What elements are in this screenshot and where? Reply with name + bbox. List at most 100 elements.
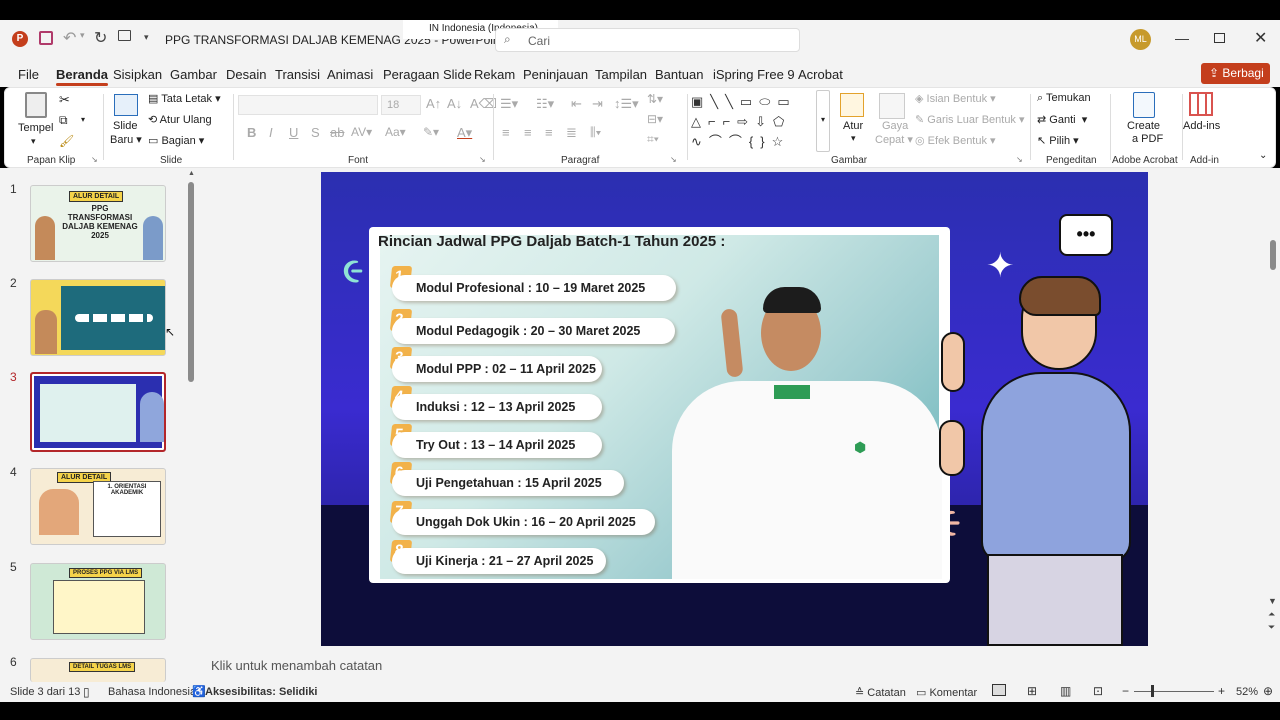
copy-dropdown-icon[interactable]: ▾	[81, 115, 85, 124]
clipboard-launcher-icon[interactable]: ↘	[91, 155, 98, 164]
shapes-gallery[interactable]: ▣╲╲▭⬭▭ △⌐⌐⇨⇩⬠ ∿⌒⌒{}☆	[691, 92, 815, 152]
layout-button[interactable]: ▤ Tata Letak ▾	[148, 92, 221, 105]
font-name-input[interactable]	[238, 95, 378, 115]
tab-ispring[interactable]: iSpring Free 9	[713, 67, 795, 82]
tab-desain[interactable]: Desain	[226, 67, 266, 82]
reading-view-icon[interactable]: ▥	[1060, 684, 1071, 698]
spelling-icon[interactable]: ▯	[83, 685, 90, 699]
quick-styles-button[interactable]: Gaya	[882, 120, 908, 132]
paste-icon[interactable]	[25, 92, 47, 118]
save-icon[interactable]	[39, 31, 53, 45]
section-button[interactable]: ▭ Bagian ▾	[148, 134, 204, 147]
scroll-up-icon[interactable]: ▲	[188, 170, 195, 177]
increase-indent-icon[interactable]: ⇥	[592, 96, 603, 112]
strikethrough-icon[interactable]: ab	[330, 125, 344, 140]
align-right-icon[interactable]: ≡	[545, 125, 553, 140]
slide-thumbnail-4[interactable]: ALUR DETAIL 1. ORIENTASI AKADEMIK	[30, 468, 166, 545]
previous-slide-icon[interactable]: ⏶	[1268, 609, 1275, 620]
new-slide-icon[interactable]	[114, 94, 138, 116]
tab-animasi[interactable]: Animasi	[327, 67, 373, 82]
zoom-out-icon[interactable]: −	[1122, 684, 1129, 698]
align-left-icon[interactable]: ≡	[502, 125, 510, 140]
zoom-slider-handle[interactable]	[1151, 685, 1154, 697]
accessibility-icon[interactable]: ♿	[192, 685, 206, 698]
redo-icon[interactable]: ↻	[94, 28, 107, 48]
decrease-font-icon[interactable]: A↓	[447, 96, 462, 111]
new-slide-button-line2[interactable]: Baru ▾	[110, 133, 142, 146]
change-case-icon[interactable]: Aa▾	[385, 125, 406, 139]
font-size-input[interactable]: 18	[381, 95, 421, 115]
thumbnail-scrollbar[interactable]: ▲	[186, 170, 196, 676]
slide-thumbnail-3[interactable]	[30, 372, 166, 452]
shadow-icon[interactable]: S	[311, 125, 320, 140]
scrollbar-thumb[interactable]	[1270, 240, 1276, 270]
add-ins-button[interactable]: Add-ins	[1183, 120, 1220, 132]
cut-icon[interactable]: ✂	[59, 92, 70, 108]
paste-dropdown-icon[interactable]: ▾	[31, 136, 36, 147]
quick-styles-icon[interactable]	[879, 93, 905, 119]
justify-icon[interactable]: ≣	[566, 125, 577, 141]
tab-rekam[interactable]: Rekam	[474, 67, 515, 82]
shape-effects-button[interactable]: ◎ Efek Bentuk ▾	[915, 134, 996, 147]
underline-icon[interactable]: U	[289, 125, 298, 140]
arrange-dropdown-icon[interactable]: ▾	[851, 133, 856, 144]
slide-thumbnail-2[interactable]	[30, 279, 166, 356]
share-button[interactable]: ⇪ Berbagi	[1201, 63, 1270, 84]
undo-icon[interactable]: ↶	[63, 28, 76, 48]
collapse-ribbon-icon[interactable]: ⌄	[1259, 150, 1267, 161]
bold-icon[interactable]: B	[247, 125, 256, 140]
italic-icon[interactable]: I	[269, 125, 273, 140]
scrollbar-thumb[interactable]	[188, 182, 194, 382]
tab-gambar[interactable]: Gambar	[170, 67, 217, 82]
smartart-icon[interactable]: ⌗▾	[647, 132, 659, 147]
find-button[interactable]: ⌕ Temukan	[1037, 92, 1091, 105]
copy-icon[interactable]: ⧉	[59, 113, 68, 128]
shape-outline-button[interactable]: ✎ Garis Luar Bentuk ▾	[915, 113, 1025, 126]
user-avatar[interactable]: ML	[1130, 29, 1151, 50]
present-icon[interactable]	[118, 30, 131, 41]
format-painter-icon[interactable]: 🖌	[59, 134, 74, 148]
numbering-icon[interactable]: ☷▾	[536, 96, 554, 112]
align-text-icon[interactable]: ⊟▾	[647, 112, 663, 126]
scroll-down-icon[interactable]: ▼	[1268, 596, 1277, 606]
char-spacing-icon[interactable]: AV▾	[351, 125, 372, 139]
slide-thumbnail-5[interactable]: PROSES PPG VIA LMS	[30, 563, 166, 640]
close-icon[interactable]: ✕	[1254, 28, 1267, 48]
notes-toggle[interactable]: ≙ Catatan	[855, 686, 906, 699]
tab-transisi[interactable]: Transisi	[275, 67, 320, 82]
zoom-in-icon[interactable]: +	[1218, 684, 1225, 698]
minimize-icon[interactable]: —	[1175, 30, 1189, 46]
columns-icon[interactable]: ⫼▾	[590, 125, 601, 140]
shapes-more-icon[interactable]: ▾	[816, 90, 830, 152]
paste-button[interactable]: Tempel	[18, 122, 53, 134]
zoom-level[interactable]: 52%	[1236, 686, 1258, 698]
create-pdf-button[interactable]: Create	[1127, 120, 1160, 132]
slide-thumbnail-1[interactable]: ALUR DETAIL PPG TRANSFORMASI DALJAB KEME…	[30, 185, 166, 262]
text-direction-icon[interactable]: ⇅▾	[647, 92, 663, 106]
tab-bantuan[interactable]: Bantuan	[655, 67, 703, 82]
tab-peragaan-slide[interactable]: Peragaan Slide	[383, 67, 472, 82]
restore-icon[interactable]	[1214, 33, 1225, 43]
tab-beranda[interactable]: Beranda	[56, 67, 109, 86]
select-button[interactable]: ↖ Pilih ▾	[1037, 134, 1079, 147]
slideshow-icon[interactable]: ⊡	[1093, 684, 1103, 698]
bullets-icon[interactable]: ☰▾	[500, 96, 518, 112]
slide-scrollbar[interactable]: ▼ ⏶ ⏷	[1266, 168, 1280, 638]
slide-thumbnail-6[interactable]: DETAIL TUGAS LMS	[30, 658, 166, 682]
arrange-icon[interactable]	[840, 93, 864, 117]
shape-fill-button[interactable]: ◈ Isian Bentuk ▾	[915, 92, 996, 105]
notes-pane[interactable]: Klik untuk menambah catatan	[211, 658, 382, 673]
comments-toggle[interactable]: ▭ Komentar	[916, 686, 977, 699]
create-pdf-icon[interactable]	[1133, 92, 1155, 118]
quick-styles-button-line2[interactable]: Cepat ▾	[875, 133, 913, 146]
slide-sorter-icon[interactable]: ⊞	[1027, 684, 1037, 698]
reset-button[interactable]: ⟲ Atur Ulang	[148, 113, 212, 126]
tab-peninjauan[interactable]: Peninjauan	[523, 67, 588, 82]
slide-canvas[interactable]: ૯ ૯ ✦ ⬢ Rincian Jadwal PPG Daljab Batch-…	[321, 172, 1148, 646]
increase-font-icon[interactable]: A↑	[426, 96, 441, 111]
line-spacing-icon[interactable]: ↕☰▾	[614, 96, 639, 112]
align-center-icon[interactable]: ≡	[524, 125, 532, 140]
customize-toolbar-icon[interactable]: ▾	[144, 32, 149, 43]
tab-tampilan[interactable]: Tampilan	[595, 67, 647, 82]
highlight-icon[interactable]: ✎▾	[423, 125, 439, 139]
